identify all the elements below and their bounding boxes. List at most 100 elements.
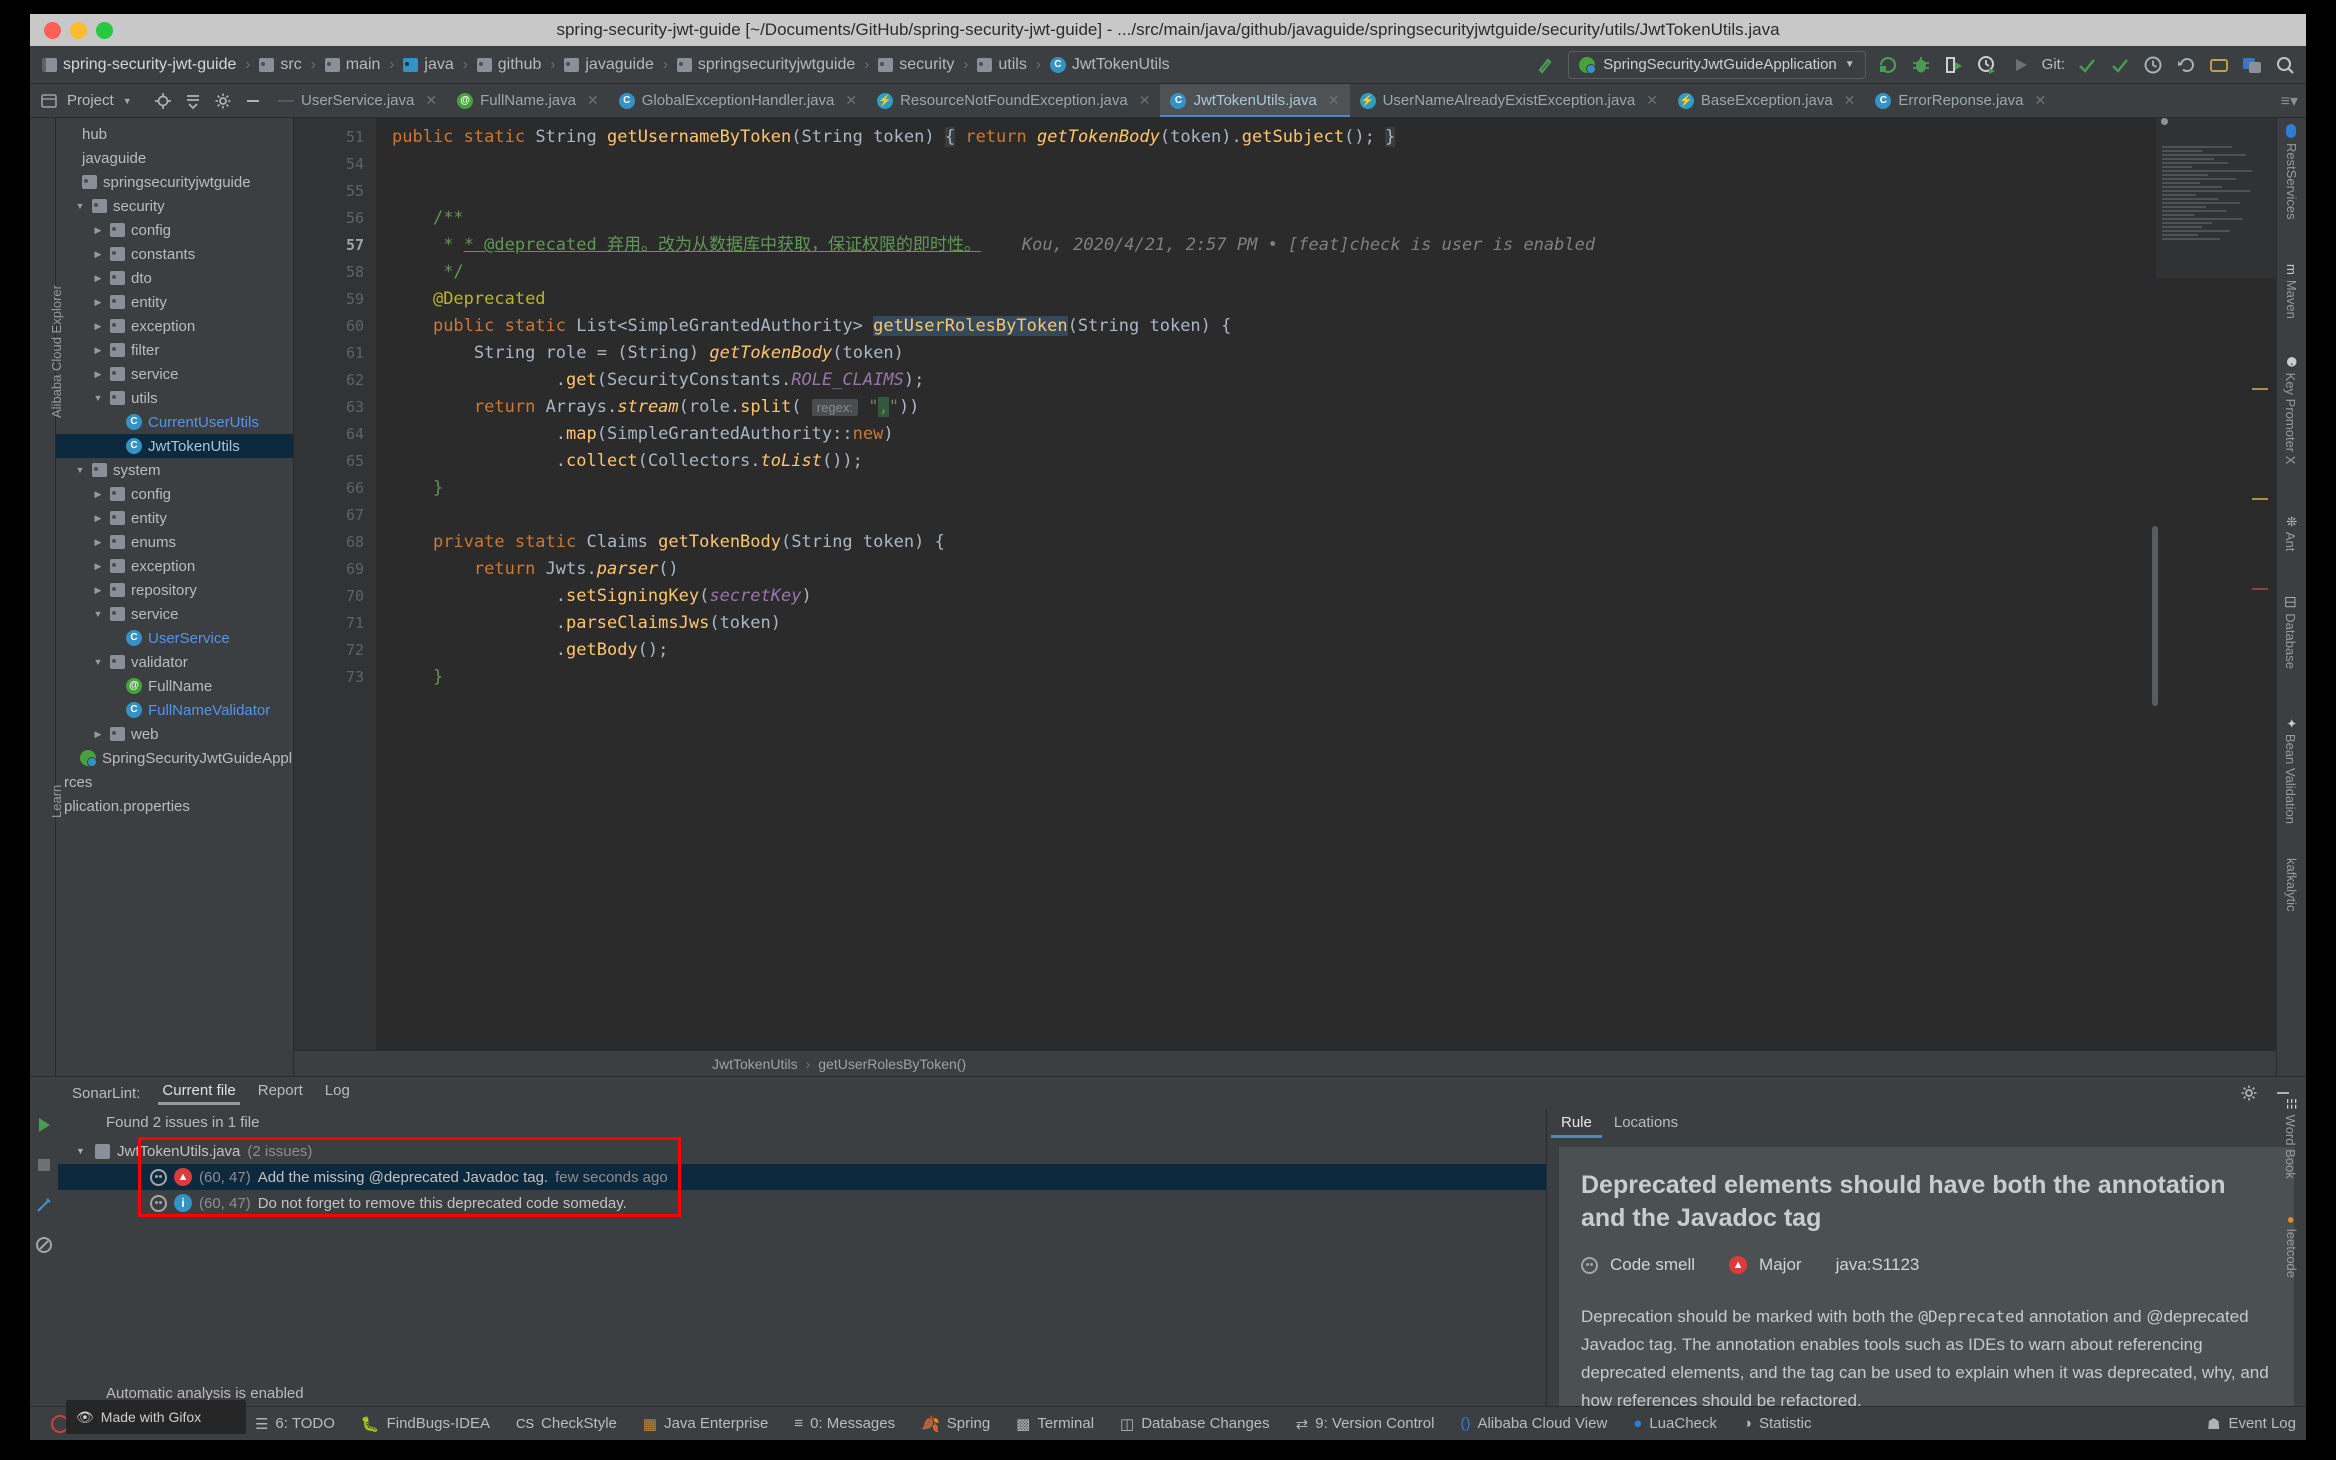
tree-row[interactable]: ▶ entity bbox=[56, 290, 293, 314]
tab-rule[interactable]: Rule bbox=[1551, 1114, 1602, 1138]
tabs-overflow[interactable]: ≡▾ bbox=[2273, 84, 2306, 117]
collapse-all-icon[interactable] bbox=[184, 92, 202, 110]
editor-scrollbar[interactable] bbox=[2152, 526, 2158, 706]
close-icon[interactable]: ✕ bbox=[2034, 92, 2046, 109]
profile-icon[interactable] bbox=[1976, 54, 1998, 76]
update-project-icon[interactable] bbox=[2109, 54, 2131, 76]
cancel-icon[interactable] bbox=[34, 1155, 54, 1175]
locate-icon[interactable] bbox=[154, 92, 172, 110]
tab-globalexceptionhandler[interactable]: C GlobalExceptionHandler.java ✕ bbox=[609, 84, 867, 117]
tool-window-bean-validation[interactable]: ✦ Bean Validation bbox=[2283, 718, 2300, 824]
tree-row[interactable]: springsecurityjwtguide bbox=[56, 170, 293, 194]
tab-list-icon[interactable]: ≡▾ bbox=[2281, 91, 2298, 111]
tree-row[interactable]: ▼ system bbox=[56, 458, 293, 482]
tool-window-restservices[interactable]: RestServices bbox=[2284, 124, 2299, 220]
tree-arrow-expanded-icon[interactable]: ▼ bbox=[74, 201, 86, 211]
status-spring[interactable]: 🍂 Spring bbox=[908, 1415, 1003, 1433]
tool-window-database[interactable]: ◫ Database bbox=[2283, 596, 2300, 669]
tree-row[interactable]: ▶ dto bbox=[56, 266, 293, 290]
tree-row[interactable]: ▶ config bbox=[56, 218, 293, 242]
tree-arrow-collapsed-icon[interactable]: ▶ bbox=[92, 249, 104, 260]
tree-row[interactable]: plication.properties bbox=[56, 794, 293, 818]
tree-arrow-collapsed-icon[interactable]: ▶ bbox=[92, 513, 104, 524]
tree-row[interactable]: C UserService bbox=[56, 626, 293, 650]
status-version-control[interactable]: ⇄ 9: Version Control bbox=[1283, 1415, 1448, 1433]
status-database-changes[interactable]: ◫ Database Changes bbox=[1107, 1415, 1283, 1433]
tree-row[interactable]: rces bbox=[56, 770, 293, 794]
tool-window-ant[interactable]: ❊ Ant bbox=[2283, 516, 2300, 551]
tab-current-file[interactable]: Current file bbox=[158, 1082, 241, 1105]
tab-resourcenotfoundexception[interactable]: ⚡ ResourceNotFoundException.java ✕ bbox=[867, 84, 1160, 117]
status-java-enterprise[interactable]: ▦ Java Enterprise bbox=[630, 1415, 781, 1433]
tree-arrow-collapsed-icon[interactable]: ▶ bbox=[92, 537, 104, 548]
issue-row[interactable]: ▲ (60, 47) Add the missing @deprecated J… bbox=[58, 1164, 1546, 1190]
tab-jwttokenutils[interactable]: C JwtTokenUtils.java ✕ bbox=[1160, 84, 1350, 117]
status-terminal[interactable]: ▩ Terminal bbox=[1003, 1415, 1107, 1433]
tree-row[interactable]: ▶ constants bbox=[56, 242, 293, 266]
editor-breadcrumb[interactable]: JwtTokenUtils › getUserRolesByToken() bbox=[294, 1050, 2276, 1076]
tool-window-leetcode[interactable]: ● leetcode bbox=[2284, 1216, 2299, 1278]
tree-arrow-expanded-icon[interactable]: ▼ bbox=[92, 657, 104, 667]
tree-row[interactable]: ▼ service bbox=[56, 602, 293, 626]
build-icon[interactable] bbox=[1535, 54, 1557, 76]
breadcrumb-item-project[interactable]: spring-security-jwt-guide bbox=[38, 54, 240, 76]
status-luacheck[interactable]: ● LuaCheck bbox=[1620, 1415, 1730, 1432]
tree-row[interactable]: C CurrentUserUtils bbox=[56, 410, 293, 434]
tree-row[interactable]: ▼ security bbox=[56, 194, 293, 218]
tree-arrow-collapsed-icon[interactable]: ▶ bbox=[92, 729, 104, 740]
tree-row[interactable]: ▼ validator bbox=[56, 650, 293, 674]
issue-row[interactable]: i (60, 47) Do not forget to remove this … bbox=[58, 1190, 1546, 1216]
tree-row[interactable]: SpringSecurityJwtGuideApplication bbox=[56, 746, 293, 770]
tree-arrow-expanded-icon[interactable]: ▼ bbox=[74, 465, 86, 475]
tree-arrow-expanded-icon[interactable]: ▼ bbox=[92, 393, 104, 403]
tree-row[interactable]: ▶ config bbox=[56, 482, 293, 506]
debug-icon[interactable] bbox=[1910, 54, 1932, 76]
tree-row[interactable]: ▶ exception bbox=[56, 314, 293, 338]
tree-arrow-collapsed-icon[interactable]: ▶ bbox=[92, 321, 104, 332]
breadcrumb-item-springsecurityjwtguide[interactable]: springsecurityjwtguide bbox=[673, 54, 859, 76]
issue-file-node[interactable]: ▼ JwtTokenUtils.java (2 issues) bbox=[58, 1138, 1546, 1164]
tree-arrow-collapsed-icon[interactable]: ▶ bbox=[92, 273, 104, 284]
hide-panel-icon[interactable] bbox=[244, 92, 262, 110]
browse-icon[interactable] bbox=[2208, 54, 2230, 76]
close-icon[interactable]: ✕ bbox=[1844, 92, 1856, 109]
tool-window-kafkalytic[interactable]: kafkalytic bbox=[2284, 858, 2299, 911]
close-icon[interactable]: ✕ bbox=[1646, 92, 1658, 109]
tab-errorreponse[interactable]: C ErrorReponse.java ✕ bbox=[1865, 84, 2056, 117]
configure-icon[interactable] bbox=[34, 1195, 54, 1215]
tab-fullname[interactable]: @ FullName.java ✕ bbox=[447, 84, 609, 117]
code-area[interactable]: 51 54 55 56 57 58 59 60 61 62 63 64 65 6… bbox=[294, 118, 2276, 1050]
tree-arrow-collapsed-icon[interactable]: ▶ bbox=[92, 489, 104, 500]
tree-row[interactable]: hub bbox=[56, 122, 293, 146]
tool-window-key-promoter-x[interactable]: ⚈ Key Promoter X bbox=[2283, 356, 2300, 464]
tree-row[interactable]: ▶ exception bbox=[56, 554, 293, 578]
breadcrumb-item-utils[interactable]: utils bbox=[973, 54, 1030, 76]
tab-log[interactable]: Log bbox=[325, 1082, 350, 1105]
hide-panel-icon[interactable] bbox=[2274, 1084, 2292, 1102]
gear-icon[interactable] bbox=[2240, 1084, 2258, 1102]
breadcrumb-item-main[interactable]: main bbox=[321, 54, 385, 76]
tool-window-maven[interactable]: m Maven bbox=[2284, 264, 2299, 319]
tree-row[interactable]: ▶ filter bbox=[56, 338, 293, 362]
tree-row[interactable]: ▶ web bbox=[56, 722, 293, 746]
rerun-icon[interactable] bbox=[1877, 54, 1899, 76]
chevron-down-icon[interactable]: ▼ bbox=[123, 96, 132, 106]
tree-row[interactable]: ▼ utils bbox=[56, 386, 293, 410]
breadcrumb-item-javaguide[interactable]: javaguide bbox=[560, 54, 658, 76]
tab-userservice[interactable]: — UserService.java ✕ bbox=[268, 84, 447, 117]
editor-tabs[interactable]: — UserService.java ✕ @ FullName.java ✕ C… bbox=[268, 84, 2273, 117]
close-icon[interactable]: ✕ bbox=[425, 92, 437, 109]
breadcrumb[interactable]: spring-security-jwt-guide › src › main ›… bbox=[38, 54, 1174, 76]
tree-arrow-expanded-icon[interactable]: ▼ bbox=[92, 609, 104, 619]
search-everywhere-icon[interactable] bbox=[2274, 54, 2296, 76]
project-tree[interactable]: hub javaguide springsecurityjwtguide ▼ s… bbox=[56, 118, 294, 1076]
tree-row[interactable]: javaguide bbox=[56, 146, 293, 170]
tree-arrow-expanded-icon[interactable]: ▼ bbox=[76, 1146, 88, 1156]
status-messages[interactable]: ≡ 0: Messages bbox=[781, 1415, 908, 1432]
run-configuration-selector[interactable]: SpringSecurityJwtGuideApplication ▼ bbox=[1568, 50, 1866, 79]
tab-locations[interactable]: Locations bbox=[1614, 1114, 1678, 1138]
tree-arrow-collapsed-icon[interactable]: ▶ bbox=[92, 225, 104, 236]
status-todo[interactable]: ☰ 6: TODO bbox=[242, 1415, 348, 1433]
status-statistic[interactable]: ◑ Statistic bbox=[1730, 1415, 1825, 1432]
translate-icon[interactable] bbox=[2241, 54, 2263, 76]
